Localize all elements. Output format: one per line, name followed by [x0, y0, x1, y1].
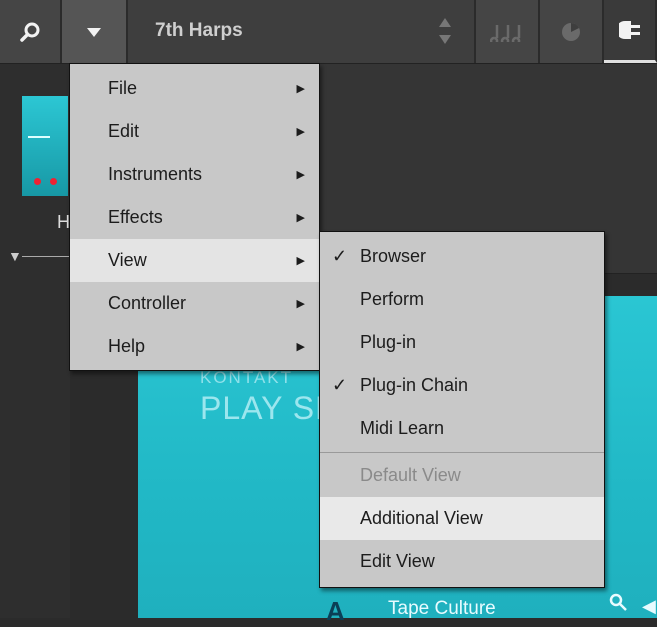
preset-name[interactable]: Tape Culture: [388, 598, 496, 620]
search-button[interactable]: [0, 0, 62, 63]
menu-item-label: Instruments: [108, 164, 203, 184]
submenu-arrow-icon: ▶: [296, 212, 305, 224]
menu-item-label: Help: [108, 336, 146, 356]
menu-item-edit[interactable]: Edit ▶: [70, 110, 319, 153]
view-item-label: Plug-in: [360, 332, 417, 352]
menu-item-label: Edit: [108, 121, 140, 141]
view-item-plugin-chain[interactable]: ✓ Plug-in Chain: [320, 364, 604, 407]
up-down-icon[interactable]: [438, 16, 452, 46]
menu-item-view[interactable]: View ▶: [70, 239, 319, 282]
thumbnail-stripe: [28, 136, 50, 138]
menu-item-label: Effects: [108, 207, 163, 227]
toolbar: 7th Harps: [0, 0, 657, 64]
view-item-label: Perform: [360, 289, 425, 309]
submenu-arrow-icon: ▶: [296, 126, 305, 138]
plugin-button[interactable]: [604, 0, 657, 63]
submenu-arrow-icon: ▶: [296, 341, 305, 353]
view-item-label: Plug-in Chain: [360, 375, 469, 395]
menu-item-effects[interactable]: Effects ▶: [70, 196, 319, 239]
thumbnail-dot: [34, 178, 41, 185]
view-item-browser[interactable]: ✓ Browser: [320, 235, 604, 278]
collapse-icon[interactable]: ▼: [8, 248, 70, 264]
submenu-arrow-icon: ▶: [296, 83, 305, 95]
checkmark-icon: ✓: [332, 246, 348, 266]
view-item-label: Edit View: [360, 551, 435, 571]
thumbnail-dot: [50, 178, 57, 185]
brand-small: KONTAKT: [200, 368, 294, 387]
menu-item-label: Controller: [108, 293, 187, 313]
preset-prev-icon[interactable]: ◀: [642, 596, 656, 617]
submenu-arrow-icon: ▶: [296, 298, 305, 310]
menu-item-controller[interactable]: Controller ▶: [70, 282, 319, 325]
view-item-default-view: Default View: [320, 454, 604, 497]
notes-button[interactable]: [476, 0, 540, 63]
dropdown-icon: [87, 27, 101, 37]
instance-title: 7th Harps: [155, 20, 243, 41]
menu-separator: [320, 452, 604, 453]
menu-item-instruments[interactable]: Instruments ▶: [70, 153, 319, 196]
menu-item-label: View: [108, 250, 147, 270]
view-item-additional-view[interactable]: Additional View: [320, 497, 604, 540]
view-item-midi-learn[interactable]: Midi Learn: [320, 407, 604, 450]
view-item-perform[interactable]: Perform: [320, 278, 604, 321]
view-item-plugin[interactable]: Plug-in: [320, 321, 604, 364]
checkmark-icon: ✓: [332, 375, 348, 395]
dial-icon: [562, 22, 580, 41]
notes-icon: [490, 24, 521, 42]
instance-title-field[interactable]: 7th Harps: [128, 0, 476, 63]
search-icon: [20, 22, 40, 42]
instrument-thumbnail[interactable]: [22, 96, 68, 196]
menu-item-label: File: [108, 78, 138, 98]
main-menu: File ▶ Edit ▶ Instruments ▶ Effects ▶ Vi…: [69, 63, 320, 371]
view-submenu: ✓ Browser Perform Plug-in ✓ Plug-in Chai…: [319, 231, 605, 588]
dial-button[interactable]: [540, 0, 604, 63]
main-menu-button[interactable]: [62, 0, 128, 63]
view-item-label: Default View: [360, 465, 461, 485]
instrument-logo: A: [326, 596, 345, 626]
menu-item-help[interactable]: Help ▶: [70, 325, 319, 368]
menu-item-file[interactable]: File ▶: [70, 67, 319, 110]
submenu-arrow-icon: ▶: [296, 169, 305, 181]
plugin-icon: [618, 21, 640, 39]
preset-search-icon[interactable]: [608, 592, 630, 614]
view-item-edit-view[interactable]: Edit View: [320, 540, 604, 583]
view-item-label: Browser: [360, 246, 427, 266]
view-item-label: Additional View: [360, 508, 483, 528]
submenu-arrow-icon: ▶: [296, 255, 305, 267]
view-item-label: Midi Learn: [360, 418, 445, 438]
